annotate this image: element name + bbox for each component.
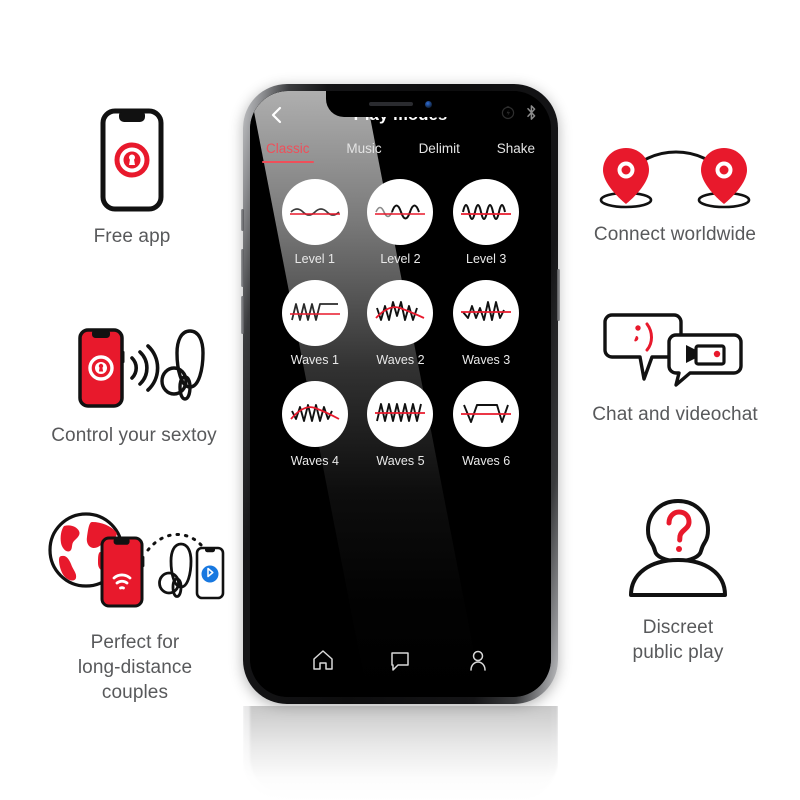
mode-tile[interactable]: Waves 5: [367, 381, 434, 468]
tab-delimit[interactable]: Delimit: [419, 141, 460, 163]
wave-zigzag-rising-icon: [453, 280, 520, 346]
mode-tile[interactable]: Waves 1: [281, 280, 348, 367]
phone-volume-up-button[interactable]: [241, 249, 244, 287]
globe-phone-bluetooth-toy-icon: [42, 508, 228, 618]
phone-inner-bezel: Play modes: [250, 91, 551, 697]
mode-tile[interactable]: Level 3: [453, 179, 520, 266]
mode-tile[interactable]: Waves 6: [453, 381, 520, 468]
feature-caption: Connect worldwide: [593, 224, 757, 245]
wave-sawtooth-icon: [367, 381, 434, 447]
promo-layout: Free app Control your sextoy Perfect for…: [0, 0, 800, 800]
wave-zigzag-arc-icon: [367, 280, 434, 346]
wave-v-trapezoid-v-icon: [453, 381, 520, 447]
phone-signal-toy-icon: [54, 325, 214, 411]
earpiece-speaker-icon: [369, 102, 413, 106]
feature-discreet-public-play: Discreet public play: [588, 495, 768, 665]
phone-with-lock-logo-icon: [100, 108, 164, 212]
feature-caption: Control your sextoy: [51, 425, 217, 446]
mode-label: Waves 2: [376, 353, 425, 367]
phone-silent-switch[interactable]: [241, 209, 244, 231]
tab-classic[interactable]: Classic: [262, 141, 313, 163]
mode-tile[interactable]: Waves 4: [281, 381, 348, 468]
mode-label: Level 3: [466, 252, 507, 266]
profile-icon[interactable]: [465, 647, 491, 673]
speech-bubble-videocam-icon: [600, 310, 750, 390]
mode-tile[interactable]: Waves 3: [453, 280, 520, 367]
wave-zigzag-dome-icon: [281, 381, 348, 447]
feature-caption: Free app: [93, 226, 171, 247]
wave-sine-medium-icon: [367, 179, 434, 245]
wave-sine-high-icon: [453, 179, 520, 245]
feature-caption: Discreet public play: [632, 617, 724, 663]
feature-caption: Perfect for long-distance couples: [77, 632, 193, 703]
phone-notch: [325, 91, 476, 117]
play-modes-grid: Level 1 Level 2 Level 3 Waves 1 Waves 2 …: [250, 163, 551, 468]
mode-label: Level 1: [294, 252, 335, 266]
home-icon[interactable]: [310, 647, 336, 673]
phone-screen: Play modes: [250, 91, 551, 697]
feature-free-app: Free app: [34, 108, 230, 249]
phone-body: Play modes: [241, 84, 560, 704]
chevron-left-icon[interactable]: [268, 106, 286, 124]
tab-music[interactable]: Music: [346, 141, 381, 163]
two-map-pins-arc-icon: [590, 140, 760, 210]
bottom-nav: [250, 639, 551, 681]
mode-label: Level 2: [380, 252, 421, 266]
mode-tile[interactable]: Waves 2: [367, 280, 434, 367]
phone-reflection-body: [243, 706, 558, 800]
feature-chat-videochat: Chat and videochat: [575, 310, 775, 427]
mode-label: Waves 5: [376, 454, 425, 468]
status-icons: [501, 105, 537, 126]
feature-connect-worldwide: Connect worldwide: [568, 140, 782, 247]
chat-bubble-icon[interactable]: [387, 647, 413, 673]
phone-reflection: [243, 706, 558, 800]
mode-label: Waves 3: [462, 353, 511, 367]
battery-circle-icon: [501, 106, 515, 125]
phone-power-button[interactable]: [557, 269, 560, 321]
bluetooth-icon: [526, 105, 537, 126]
mode-label: Waves 4: [290, 454, 339, 468]
mode-tabs: Classic Music Delimit Shake: [250, 139, 551, 163]
feature-long-distance: Perfect for long-distance couples: [24, 508, 246, 705]
front-camera-icon: [425, 100, 432, 108]
mode-label: Waves 6: [462, 454, 511, 468]
phone-mockup: Play modes: [241, 84, 560, 704]
wave-sine-low-icon: [281, 179, 348, 245]
mode-tile[interactable]: Level 2: [367, 179, 434, 266]
feature-caption: Chat and videochat: [592, 404, 758, 425]
feature-control-sextoy: Control your sextoy: [18, 325, 250, 448]
tab-shake[interactable]: Shake: [497, 141, 535, 163]
app-ui: Play modes: [250, 91, 551, 697]
mode-tile[interactable]: Level 1: [281, 179, 348, 266]
mode-label: Waves 1: [290, 353, 339, 367]
wave-zigzag-plateau-icon: [281, 280, 348, 346]
phone-volume-down-button[interactable]: [241, 296, 244, 334]
anonymous-person-question-icon: [617, 495, 739, 603]
